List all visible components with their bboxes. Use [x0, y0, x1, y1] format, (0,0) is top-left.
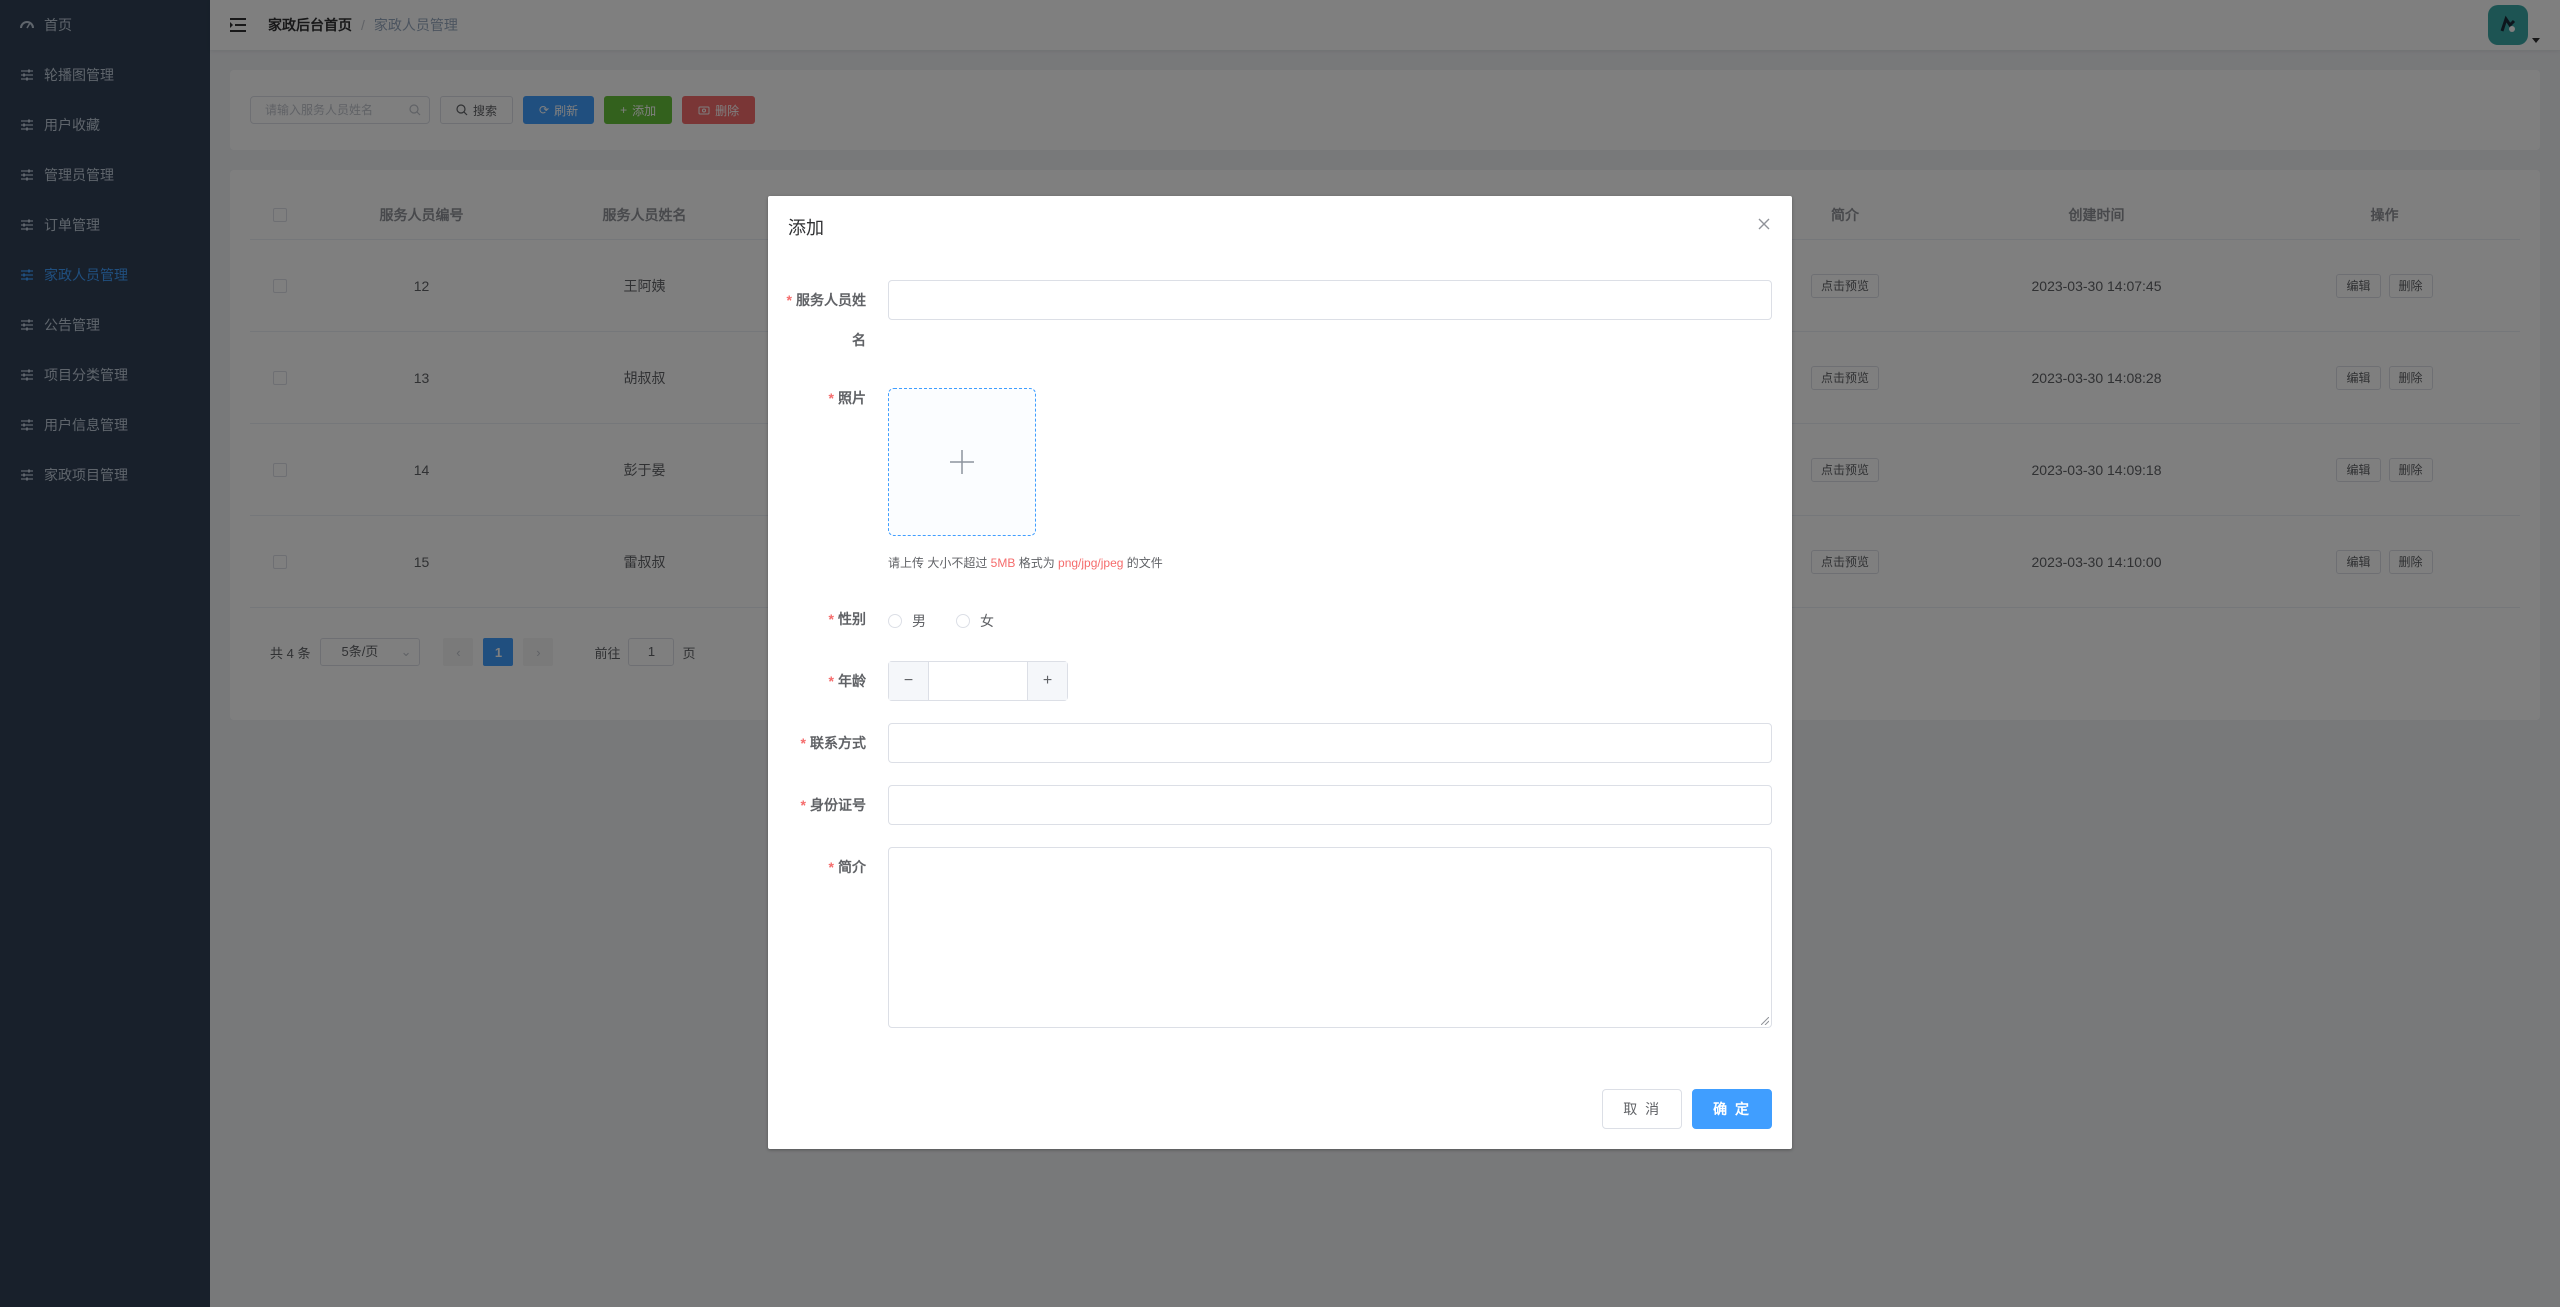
upload-tip: 请上传 大小不超过 5MB 格式为 png/jpg/jpeg 的文件 — [888, 554, 1163, 571]
gender-male-radio[interactable]: 男 — [888, 611, 926, 631]
cancel-button[interactable]: 取 消 — [1602, 1089, 1683, 1129]
gender-female-label: 女 — [980, 613, 994, 629]
idcard-input[interactable] — [888, 785, 1772, 825]
name-input[interactable] — [888, 280, 1772, 320]
phone-label-text: 联系方式 — [810, 735, 866, 751]
upload-tip-text: 的文件 — [1123, 556, 1163, 570]
age-label-text: 年龄 — [838, 673, 866, 689]
minus-icon: − — [903, 672, 914, 689]
plus-icon: + — [1042, 672, 1053, 689]
plus-icon — [950, 450, 974, 474]
phone-input[interactable] — [888, 723, 1772, 763]
intro-label-text: 简介 — [838, 859, 866, 875]
photo-label-text: 照片 — [838, 390, 866, 406]
photo-label: * 照片 — [768, 378, 878, 418]
intro-label: * 简介 — [768, 847, 878, 887]
upload-tip-format: png/jpg/jpeg — [1058, 556, 1124, 570]
age-input[interactable] — [929, 662, 1027, 700]
age-increase-button[interactable]: + — [1027, 662, 1067, 700]
gender-label-text: 性别 — [838, 611, 866, 627]
intro-textarea[interactable] — [888, 847, 1772, 1028]
age-stepper: − + — [888, 661, 1068, 701]
upload-tip-size: 5MB — [990, 556, 1016, 570]
required-mark: * — [828, 611, 834, 627]
radio-circle — [888, 614, 902, 628]
name-label: * 服务人员姓名 — [768, 280, 878, 360]
phone-label: * 联系方式 — [768, 723, 878, 763]
dialog-footer: 取 消 确 定 — [1602, 1089, 1772, 1129]
age-label: * 年龄 — [768, 661, 878, 701]
required-mark: * — [800, 735, 806, 751]
radio-circle — [956, 614, 970, 628]
required-mark: * — [828, 390, 834, 406]
gender-male-label: 男 — [912, 613, 926, 629]
add-dialog: 添加 * 服务人员姓名 * 照片 请上传 大小不超过 5MB 格式为 png/jpg… — [768, 196, 1792, 1149]
idcard-label: * 身份证号 — [768, 785, 878, 825]
gender-female-radio[interactable]: 女 — [956, 611, 994, 631]
age-decrease-button[interactable]: − — [889, 662, 929, 700]
required-mark: * — [828, 673, 834, 689]
dialog-title: 添加 — [788, 218, 824, 238]
name-label-text: 服务人员姓名 — [796, 292, 866, 348]
photo-upload[interactable] — [888, 388, 1036, 536]
upload-tip-text: 格式为 — [1015, 556, 1059, 570]
close-icon[interactable] — [1756, 216, 1772, 232]
required-mark: * — [800, 797, 806, 813]
idcard-label-text: 身份证号 — [810, 797, 866, 813]
confirm-button[interactable]: 确 定 — [1692, 1089, 1772, 1129]
upload-tip-text: 请上传 大小不超过 — [888, 556, 991, 570]
required-mark: * — [828, 859, 834, 875]
gender-label: * 性别 — [768, 599, 878, 639]
required-mark: * — [786, 292, 792, 308]
resize-handle-icon[interactable] — [1761, 1017, 1769, 1025]
